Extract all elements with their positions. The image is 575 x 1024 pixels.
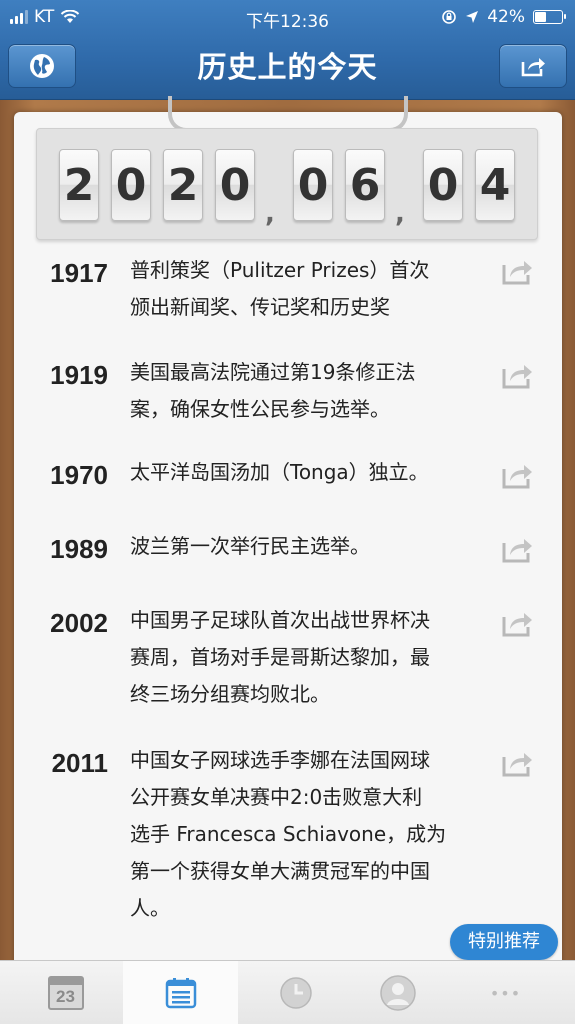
event-text: 波兰第一次举行民主选举。 [130, 528, 486, 565]
tab-list[interactable] [123, 961, 238, 1024]
event-line: 选手 Francesca Schiavone，成为 [130, 822, 447, 846]
event-line: 人。 [130, 896, 170, 920]
date-digit: 0 [111, 149, 151, 221]
event-line: 终三场分组赛均败北。 [130, 682, 330, 706]
tab-bar: 23 ••• [0, 960, 575, 1024]
event-share-icon[interactable] [501, 256, 535, 286]
date-digit: 2 [59, 149, 99, 221]
date-separator: , [395, 199, 405, 229]
event-year: 1919 [50, 360, 108, 390]
tab-history[interactable] [238, 961, 353, 1024]
event-text: 中国女子网球选手李娜在法国网球 公开赛女单决赛中2:0击败意大利 选手 Fran… [130, 742, 486, 927]
event-line: 波兰第一次举行民主选举。 [130, 534, 370, 558]
date-digit: 0 [293, 149, 333, 221]
list-icon [165, 978, 196, 1009]
battery-fill [535, 12, 546, 22]
calendar-day-icon: 23 [47, 976, 84, 1010]
date-separator: , [265, 199, 275, 229]
event-line: 中国男子足球队首次出战世界杯决 [130, 608, 430, 632]
event-text: 普利策奖（Pulitzer Prizes）首次 颁出新闻奖、传记奖和历史奖 [130, 252, 486, 326]
event-share-icon[interactable] [501, 360, 535, 390]
battery-icon [533, 10, 566, 24]
event-share-icon[interactable] [501, 534, 535, 564]
event-text: 中国男子足球队首次出战世界杯决 赛周，首场对手是哥斯达黎加，最 终三场分组赛均败… [130, 602, 486, 713]
tab-more[interactable]: ••• [448, 961, 563, 1024]
event-year: 1970 [50, 460, 108, 490]
event-text: 太平洋岛国汤加（Tonga）独立。 [130, 454, 486, 491]
date-digit: 6 [345, 149, 385, 221]
event-text: 美国最高法院通过第19条修正法 案，确保女性公民参与选举。 [130, 354, 486, 428]
event-line: 中国女子网球选手李娜在法国网球 [130, 748, 430, 772]
user-icon [379, 975, 416, 1011]
event-share-icon[interactable] [501, 608, 535, 638]
event-year: 2011 [51, 748, 108, 778]
event-share-icon[interactable] [501, 748, 535, 778]
event-line: 赛周，首场对手是哥斯达黎加，最 [130, 645, 430, 669]
date-digit: 4 [475, 149, 515, 221]
event-line: 颁出新闻奖、传记奖和历史奖 [130, 295, 390, 319]
rotation-lock-icon [442, 10, 457, 24]
special-recommend-badge[interactable]: 特别推荐 [450, 924, 558, 968]
app-header: KT 下午12:36 42% 历史上的今天 [0, 0, 575, 100]
event-year: 1917 [50, 258, 108, 288]
calendar-day-label: 23 [56, 987, 75, 1006]
date-digit: 0 [215, 149, 255, 221]
event-line: 案，确保女性公民参与选举。 [130, 397, 390, 421]
status-right: 42% [441, 7, 566, 27]
status-bar: KT 下午12:36 42% [0, 0, 575, 34]
tab-calendar[interactable]: 23 [8, 961, 123, 1024]
more-icon: ••• [489, 983, 522, 1003]
share-button[interactable] [499, 44, 567, 88]
paper-clip [168, 96, 408, 132]
event-line: 普利策奖（Pulitzer Prizes）首次 [130, 258, 430, 282]
location-icon [466, 11, 479, 23]
date-digit: 0 [423, 149, 463, 221]
date-panel: 2 0 2 0 , 0 6 , 0 4 [36, 128, 538, 240]
event-line: 太平洋岛国汤加（Tonga）独立。 [130, 460, 429, 484]
event-line: 美国最高法院通过第19条修正法 [130, 360, 416, 384]
event-year: 1989 [50, 534, 108, 564]
event-line: 公开赛女单决赛中2:0击败意大利 [130, 785, 423, 809]
tab-profile[interactable] [340, 961, 455, 1024]
clock-icon [279, 977, 312, 1009]
battery-percent: 42% [487, 7, 525, 27]
page-title: 历史上的今天 [197, 50, 378, 84]
share-icon [521, 58, 545, 77]
event-share-icon[interactable] [501, 460, 535, 490]
event-year: 2002 [50, 608, 108, 638]
date-digit: 2 [163, 149, 203, 221]
event-line: 第一个获得女单大满贯冠军的中国 [130, 859, 430, 883]
